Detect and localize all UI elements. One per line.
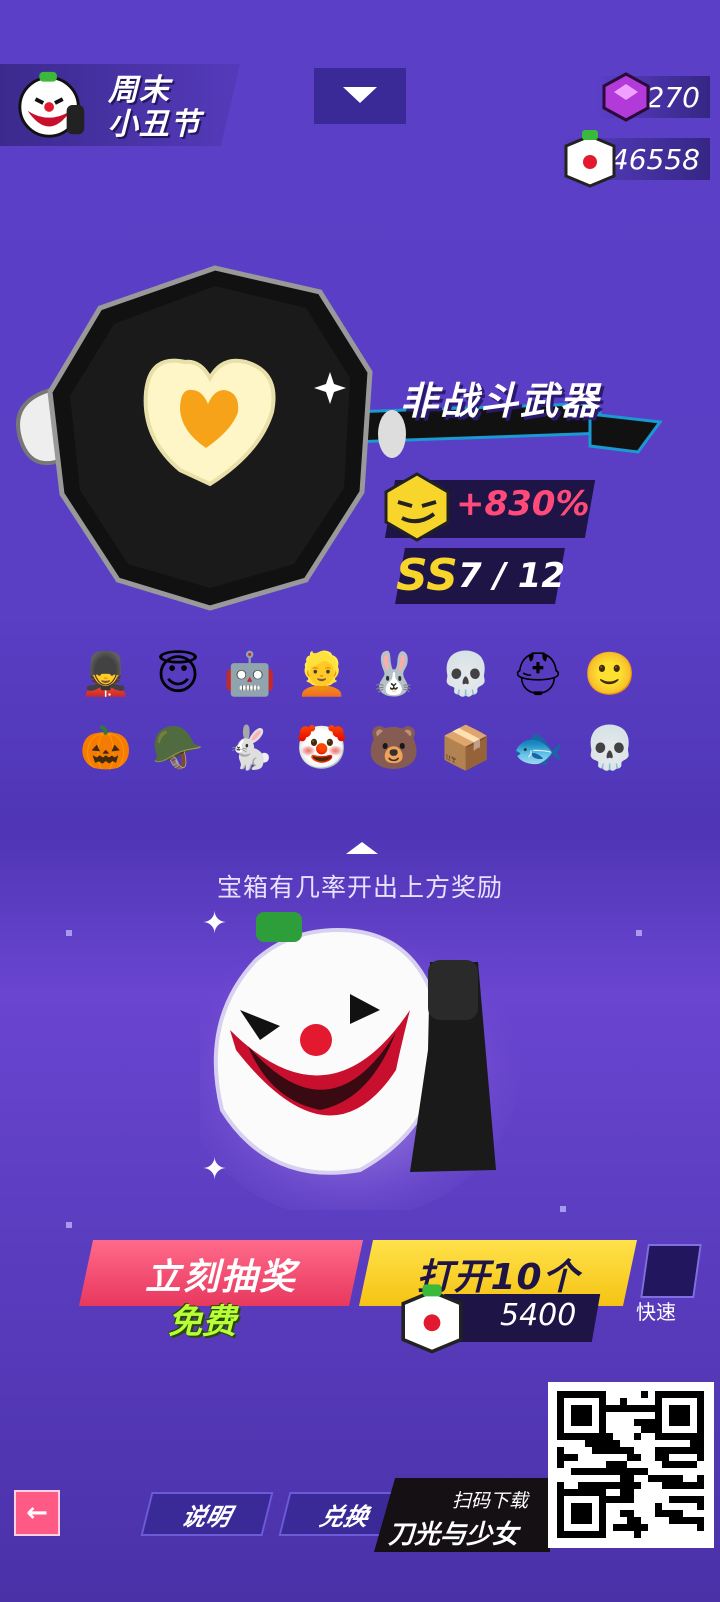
event-title: 周末 小丑节 xyxy=(108,74,248,142)
decor-dot xyxy=(636,930,642,936)
decor-dot xyxy=(66,1222,72,1228)
box-head-icon: 📦 xyxy=(439,723,493,772)
bear-head-icon: 🐻 xyxy=(367,723,421,772)
robot-helmet-icon: 🤖 xyxy=(223,649,277,698)
event-dropdown-button[interactable] xyxy=(314,68,406,124)
tab-instructions-label: 说明 xyxy=(178,1502,234,1531)
frying-pan-weapon-image xyxy=(16,265,663,611)
collection-progress: 7 / 12 xyxy=(458,556,566,596)
quick-mode-checkbox[interactable] xyxy=(640,1244,702,1298)
chest-token-value: 46558 xyxy=(610,142,700,176)
smirk-face-icon xyxy=(384,472,450,542)
black-helmet-icon: ⛑ xyxy=(511,649,565,698)
promo-scan-text: 扫码下载 xyxy=(452,1490,529,1512)
purple-cube-gem-icon xyxy=(602,72,650,122)
angel-hair-icon: 😇 xyxy=(156,649,200,699)
back-arrow-icon: ← xyxy=(26,1498,48,1528)
tab-exchange-label: 兑换 xyxy=(316,1502,372,1531)
white-bunny-icon: 🐇 xyxy=(223,723,277,772)
open-10-cost: 5400 xyxy=(500,1298,577,1333)
event-title-line2: 小丑节 xyxy=(108,107,201,142)
power-bonus: +830% xyxy=(456,484,590,524)
horned-skull-icon: 💀 xyxy=(439,649,493,698)
clown-box-icon xyxy=(401,1284,463,1354)
quick-mode-label: 快速 xyxy=(636,1300,676,1324)
nutcracker-icon: 💂 xyxy=(79,649,133,698)
decor-dot xyxy=(66,930,72,936)
fish-head-icon: 🐟 xyxy=(511,723,565,772)
promo-game-title: 刀光与少女 xyxy=(388,1520,519,1550)
clown-avatar-icon xyxy=(18,71,85,138)
chest-hint-text: 宝箱有几率开出上方奖励 xyxy=(216,873,503,902)
clown-box-icon xyxy=(564,130,616,188)
draw-now-label: 立刻抽奖 xyxy=(144,1257,297,1298)
blonde-hair-icon: 👱 xyxy=(295,649,349,698)
reaper-icon: 💀 xyxy=(583,723,637,772)
back-button[interactable]: ← xyxy=(14,1490,60,1536)
knight-helmet-icon: 🪖 xyxy=(151,723,205,772)
qr-code-image xyxy=(557,1391,704,1538)
reward-preview-grid: 💂 😇 🤖 👱 🐰 💀 ⛑ 🙂 🎃 🪖 🐇 🤡 🐻 📦 🐟 💀 xyxy=(72,640,652,788)
decor-dot xyxy=(560,1206,566,1212)
grade-badge: SS xyxy=(396,550,458,601)
black-bunny-icon: 🐰 xyxy=(367,649,421,698)
weapon-name: 非战斗武器 xyxy=(400,379,601,423)
chevron-down-icon xyxy=(343,87,377,103)
clown-face-icon: 🤡 xyxy=(295,723,349,772)
gems-value: 270 xyxy=(646,80,700,114)
download-qr-code[interactable] xyxy=(548,1382,714,1548)
lego-head-icon: 🙂 xyxy=(583,649,637,698)
clown-chest-image xyxy=(200,912,520,1210)
caret-up-icon xyxy=(346,842,378,854)
pumpkin-icon: 🎃 xyxy=(79,723,133,772)
event-title-line1: 周末 xyxy=(108,73,170,108)
free-label: 免费 xyxy=(168,1302,236,1342)
tab-instructions[interactable]: 说明 xyxy=(140,1492,274,1536)
